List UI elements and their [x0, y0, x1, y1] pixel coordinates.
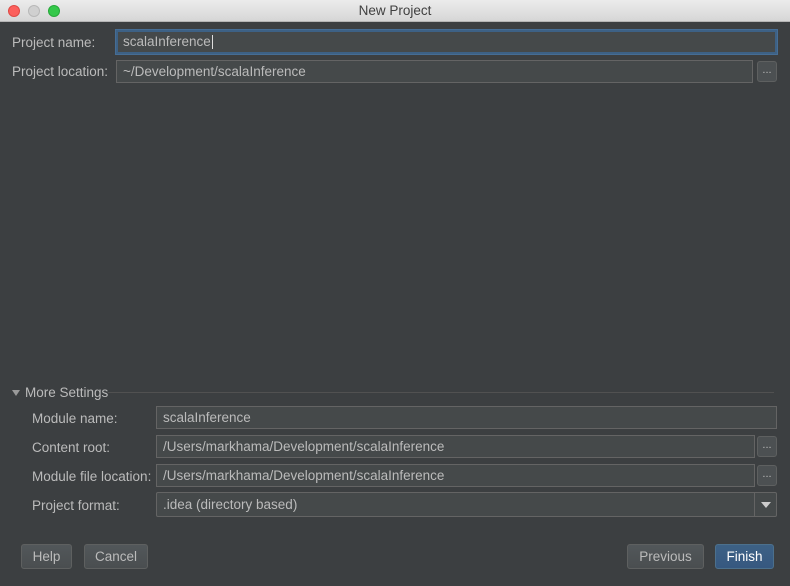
expand-triangle-icon [12, 390, 20, 396]
title-bar: New Project [0, 0, 790, 22]
chevron-down-icon [761, 502, 771, 508]
text-caret [211, 35, 213, 50]
help-button[interactable]: Help [21, 544, 72, 569]
finish-button[interactable]: Finish [715, 544, 774, 569]
content-root-label: Content root: [32, 440, 111, 455]
project-name-input[interactable]: scalaInference [116, 30, 777, 54]
dropdown-button[interactable] [754, 493, 776, 516]
module-file-location-input[interactable]: /Users/markhama/Development/scalaInferen… [156, 464, 755, 487]
project-location-input[interactable]: ~/Development/scalaInference [116, 60, 753, 83]
project-format-select[interactable]: .idea (directory based) [156, 492, 777, 517]
window-title: New Project [358, 3, 432, 18]
module-file-location-browse-button[interactable]: ... [757, 465, 777, 486]
content-root-input[interactable]: /Users/markhama/Development/scalaInferen… [156, 435, 755, 458]
project-name-label: Project name: [12, 35, 96, 50]
module-file-location-label: Module file location: [32, 469, 152, 484]
content-root-browse-button[interactable]: ... [757, 436, 777, 457]
cancel-button[interactable]: Cancel [84, 544, 148, 569]
project-location-label: Project location: [12, 64, 109, 79]
module-name-input[interactable]: scalaInference [156, 406, 777, 429]
project-format-label: Project format: [32, 498, 120, 513]
more-settings-label: More Settings [25, 385, 109, 400]
section-divider [108, 392, 774, 393]
project-name-value: scalaInference [123, 34, 211, 49]
project-format-value: .idea (directory based) [163, 497, 298, 512]
more-settings-toggle[interactable]: More Settings [12, 385, 108, 400]
project-location-browse-button[interactable]: ... [757, 61, 777, 82]
new-project-dialog: New Project Project name: scalaInference… [0, 0, 790, 586]
previous-button[interactable]: Previous [627, 544, 704, 569]
module-name-label: Module name: [32, 411, 118, 426]
